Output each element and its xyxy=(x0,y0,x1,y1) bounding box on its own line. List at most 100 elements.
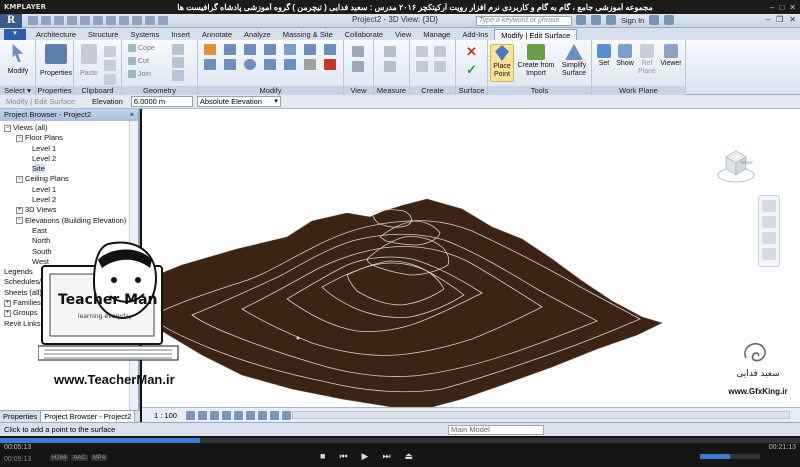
tab-systems[interactable]: Systems xyxy=(124,29,165,40)
play-icon[interactable]: ▶ xyxy=(362,451,369,462)
tree-item[interactable]: − Ceiling Plans xyxy=(0,174,128,184)
tab-add-ins[interactable]: Add-Ins xyxy=(456,29,494,40)
collapse-icon[interactable]: − xyxy=(4,124,11,132)
collapse-icon[interactable]: − xyxy=(16,176,23,183)
next-icon[interactable]: ⏭ xyxy=(382,451,390,462)
revit-minimize-icon[interactable]: – xyxy=(766,15,770,24)
show-crop-icon[interactable] xyxy=(258,410,267,420)
tab-project-browser[interactable]: Project Browser - Project2 xyxy=(41,411,136,422)
crop-view-icon[interactable] xyxy=(246,410,255,420)
sun-path-icon[interactable] xyxy=(210,410,219,420)
collapse-icon[interactable]: − xyxy=(16,217,23,225)
seek-bar[interactable] xyxy=(0,438,800,443)
create-similar-icon[interactable] xyxy=(434,61,446,72)
split-face-icon[interactable] xyxy=(172,57,184,68)
print-icon[interactable] xyxy=(80,16,90,25)
tab-annotate[interactable]: Annotate xyxy=(196,29,238,40)
create-from-import-button[interactable]: Create from Import xyxy=(516,44,556,78)
tab-insert[interactable]: Insert xyxy=(165,29,196,40)
help-icon[interactable] xyxy=(664,15,675,25)
app-menu-tab[interactable]: ▾ xyxy=(4,29,26,40)
join-button[interactable]: Join xyxy=(128,70,151,78)
tree-item[interactable]: +3D Views xyxy=(0,205,128,215)
array-icon[interactable] xyxy=(264,59,276,70)
expand-icon[interactable]: + xyxy=(4,299,11,307)
close-icon[interactable]: ✕ xyxy=(789,3,796,12)
pin-icon[interactable] xyxy=(304,59,316,70)
show-button[interactable]: Show xyxy=(614,44,636,68)
cut-icon[interactable] xyxy=(104,46,116,57)
tab-structure[interactable]: Structure xyxy=(82,29,124,40)
trim-single-icon[interactable] xyxy=(324,44,336,55)
tree-item[interactable]: − Views (all) xyxy=(0,123,128,133)
rotate-icon[interactable] xyxy=(244,59,256,70)
offset-icon[interactable] xyxy=(224,44,236,55)
close-browser-icon[interactable]: × xyxy=(130,109,134,121)
match-type-icon[interactable] xyxy=(104,74,116,85)
trim-icon[interactable] xyxy=(304,44,316,55)
visual-style-icon[interactable] xyxy=(198,410,207,420)
wall-joins-icon[interactable] xyxy=(172,70,184,81)
3d-view-icon[interactable] xyxy=(119,16,129,25)
zoom-icon[interactable] xyxy=(762,216,776,228)
mirror-axis-icon[interactable] xyxy=(244,44,256,55)
lock-view-icon[interactable] xyxy=(270,410,279,420)
tab-massing-site[interactable]: Massing & Site xyxy=(277,29,339,40)
stop-icon[interactable]: ■ xyxy=(320,451,325,462)
create-parts-icon[interactable] xyxy=(434,46,446,57)
search-icon[interactable] xyxy=(576,15,586,25)
redo-icon[interactable] xyxy=(67,16,77,25)
collapse-icon[interactable]: − xyxy=(16,134,23,142)
exchange-icon[interactable] xyxy=(649,15,660,25)
save-icon[interactable] xyxy=(41,16,51,25)
create-assembly-icon[interactable] xyxy=(416,46,428,57)
open-icon[interactable] xyxy=(28,16,38,25)
search-input[interactable]: Type a keyword or phrase xyxy=(476,16,572,26)
eject-icon[interactable]: ⏏ xyxy=(405,451,414,462)
measure-distance-icon[interactable] xyxy=(384,46,396,57)
tree-item[interactable]: Level 1 xyxy=(0,185,128,195)
detail-level-icon[interactable] xyxy=(186,410,195,420)
set-button[interactable]: Set xyxy=(594,44,614,68)
ref-plane-button[interactable]: Ref Plane xyxy=(636,44,658,76)
expand-icon[interactable]: + xyxy=(4,309,11,317)
split-icon[interactable] xyxy=(284,44,296,55)
viewer-button[interactable]: Viewer xyxy=(658,44,684,68)
section-icon[interactable] xyxy=(132,16,142,25)
create-group-icon[interactable] xyxy=(416,61,428,72)
modify-button[interactable]: Modify xyxy=(4,44,32,76)
expand-icon[interactable]: + xyxy=(16,206,23,214)
scale-icon[interactable] xyxy=(284,59,296,70)
copy-icon[interactable] xyxy=(104,60,116,71)
tab-collaborate[interactable]: Collaborate xyxy=(339,29,389,40)
elevation-field[interactable]: 6.0000 m xyxy=(130,96,193,107)
cancel-edit-icon[interactable]: ✕ xyxy=(466,44,477,60)
finish-surface-icon[interactable]: ✓ xyxy=(466,62,477,78)
close-windows-icon[interactable] xyxy=(158,16,168,25)
tab-analyze[interactable]: Analyze xyxy=(238,29,277,40)
revit-restore-icon[interactable]: ❐ xyxy=(776,15,783,24)
hide-icon[interactable] xyxy=(352,46,364,57)
drawing-area[interactable]: FRONT xyxy=(142,109,800,407)
canvas-horizontal-scrollbar[interactable] xyxy=(292,411,790,419)
delete-icon[interactable] xyxy=(324,59,336,70)
viewcube[interactable]: FRONT xyxy=(716,145,756,185)
minimize-icon[interactable]: – xyxy=(770,3,774,12)
steering-wheel-icon[interactable] xyxy=(762,200,776,212)
cut-button[interactable]: Cut xyxy=(128,57,149,65)
tab-architecture[interactable]: Architecture xyxy=(30,29,82,40)
user-icon[interactable] xyxy=(606,15,616,25)
tree-item[interactable]: Level 2 xyxy=(0,154,128,164)
simplify-surface-button[interactable]: Simplify Surface xyxy=(558,44,590,78)
override-graphics-icon[interactable] xyxy=(352,61,364,72)
tree-item[interactable]: Site xyxy=(0,164,128,174)
temporary-hide-icon[interactable] xyxy=(282,410,291,420)
orbit-icon[interactable] xyxy=(762,248,776,260)
tree-item[interactable]: Level 2 xyxy=(0,195,128,205)
paint-icon[interactable] xyxy=(172,44,184,55)
tree-item[interactable]: − Elevations (Building Elevation) xyxy=(0,216,128,226)
paste-button[interactable]: Paste xyxy=(78,44,100,78)
zoom-options-icon[interactable] xyxy=(762,232,776,244)
tab-modify-edit-surface[interactable]: Modify | Edit Surface xyxy=(494,29,578,40)
move-icon[interactable] xyxy=(204,59,216,70)
